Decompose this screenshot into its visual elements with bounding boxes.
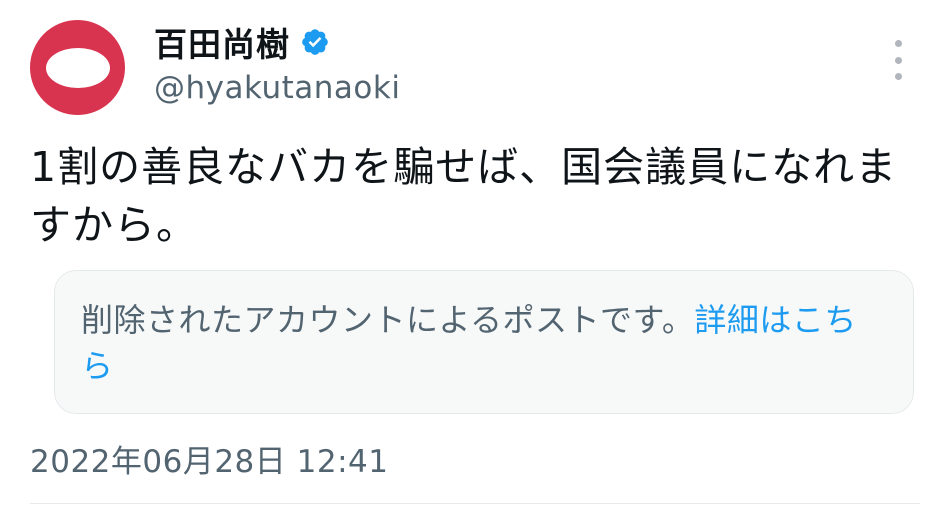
verified-badge-icon	[302, 29, 328, 55]
tweet-card: 百田尚樹 @hyakutanaoki 1割の善良なバカを騙せば、国会議員になれま…	[0, 0, 945, 509]
dot	[894, 40, 902, 47]
notice-text-block: 削除されたアカウントによるポストです。詳細はこちら	[81, 297, 881, 389]
divider	[30, 503, 920, 504]
author-handle[interactable]: @hyakutanaoki	[154, 70, 400, 106]
more-options-icon[interactable]	[888, 40, 908, 80]
deleted-account-notice: 削除されたアカウントによるポストです。詳細はこちら	[54, 270, 914, 414]
tweet-text: 1割の善良なバカを騙せば、国会議員になれますから。	[30, 143, 898, 249]
dot	[894, 73, 902, 80]
avatar[interactable]	[30, 20, 125, 115]
display-name[interactable]: 百田尚樹	[154, 18, 290, 66]
notice-message: 削除されたアカウントによるポストです。	[81, 301, 695, 339]
avatar-logo	[45, 47, 110, 88]
author-name-row: 百田尚樹	[154, 20, 330, 64]
tweet-timestamp[interactable]: 2022年06月28日 12:41	[30, 436, 388, 481]
dot	[894, 56, 902, 64]
